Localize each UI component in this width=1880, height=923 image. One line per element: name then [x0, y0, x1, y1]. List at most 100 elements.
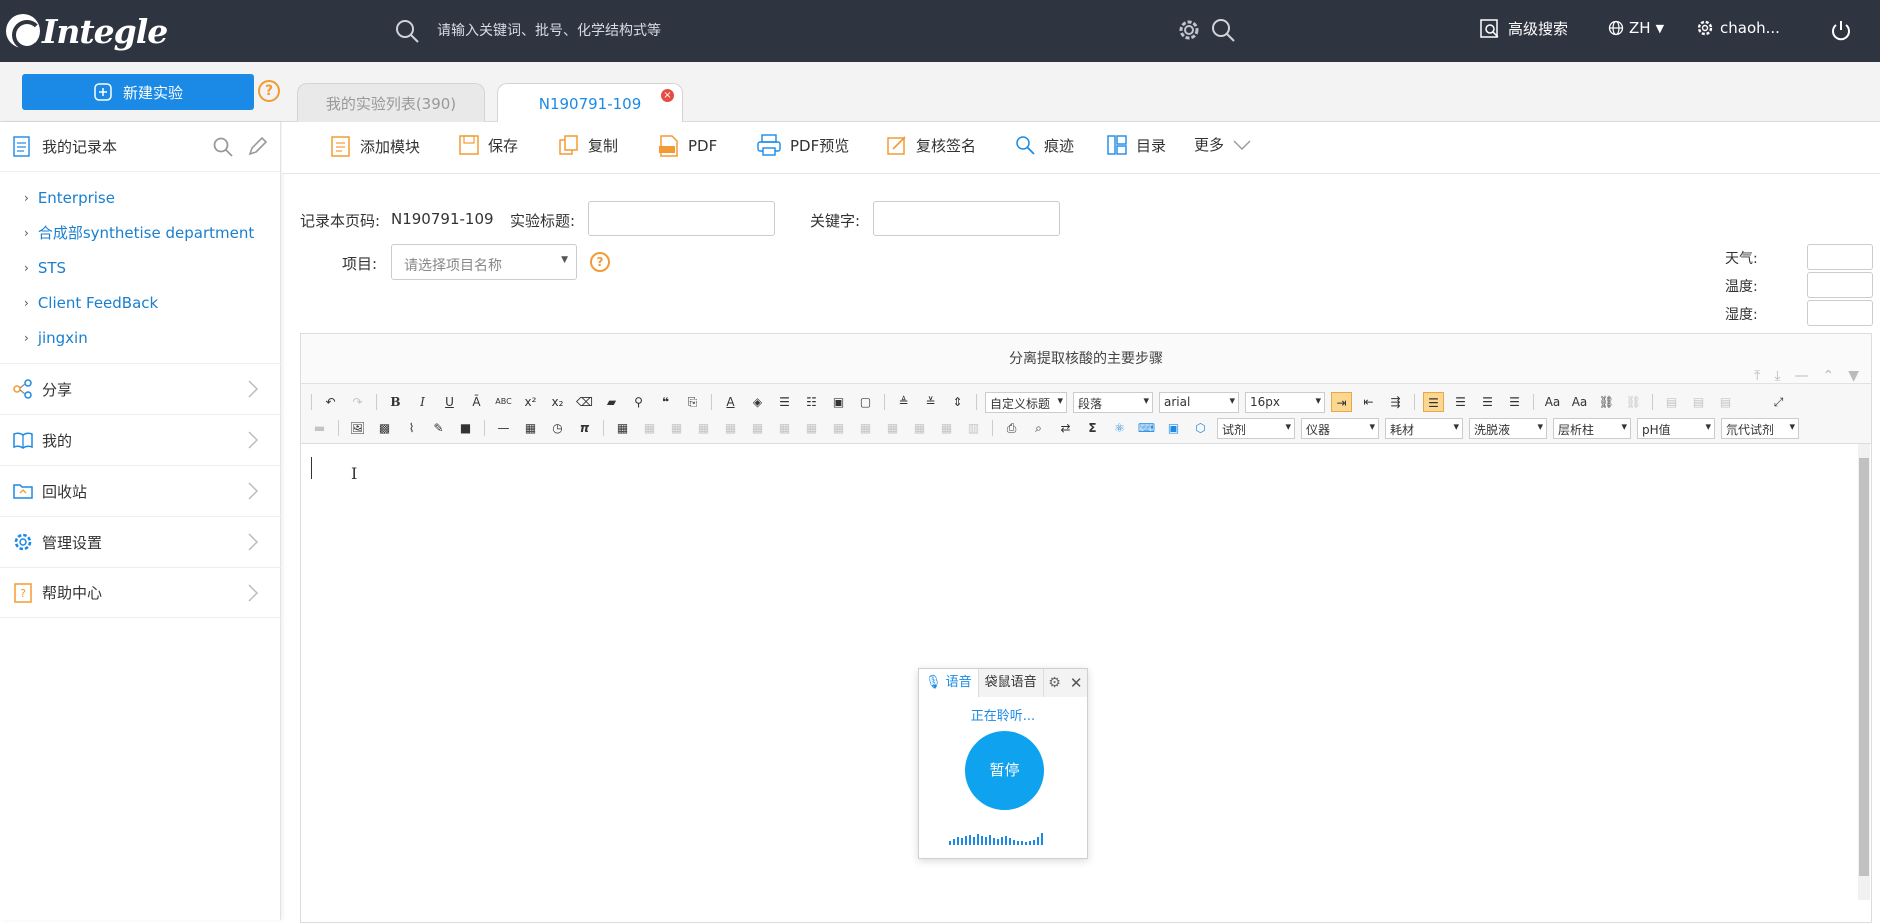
editor-scrollbar[interactable] [1858, 444, 1870, 900]
image-right-icon[interactable]: ▤ [1715, 392, 1736, 412]
save-button[interactable]: 保存 [458, 134, 518, 156]
sidebar-item-recycle-bin[interactable]: 回收站 [0, 465, 281, 516]
horizontal-rule-icon[interactable]: — [493, 418, 514, 438]
superscript-icon[interactable]: x² [520, 392, 541, 412]
clear-doc-icon[interactable]: ▢ [855, 392, 876, 412]
chart-icon[interactable]: ▥ [963, 418, 984, 438]
search-icon[interactable] [212, 136, 234, 158]
tab-voice[interactable]: 🎙 语音 [919, 668, 979, 697]
structure-search-icon[interactable] [1210, 17, 1236, 43]
unlink-icon[interactable]: ⛓ [1623, 392, 1644, 412]
split-cols-icon[interactable]: ▦ [936, 418, 957, 438]
ltr-direction-icon[interactable]: ⇥ [1331, 392, 1352, 412]
user-menu[interactable]: chaoh... [1696, 19, 1780, 37]
insert-block-icon[interactable]: ■ [455, 418, 476, 438]
instrument-select[interactable]: 仪器 [1301, 417, 1379, 439]
tab-my-experiments[interactable]: 我的实验列表(390) [297, 83, 485, 123]
search-icon[interactable] [394, 18, 420, 44]
image-center-icon[interactable]: ▤ [1688, 392, 1709, 412]
power-icon[interactable] [1828, 18, 1854, 44]
strikethrough-icon[interactable]: ABC [493, 392, 514, 412]
template-save-icon[interactable]: ▣ [1163, 418, 1184, 438]
insert-row-icon[interactable]: ▦ [693, 418, 714, 438]
catalog-button[interactable]: 目录 [1106, 134, 1166, 156]
link-icon[interactable]: ⛓ [1596, 392, 1617, 412]
new-experiment-button[interactable]: 新建实验 [22, 74, 254, 110]
experiment-title-input[interactable] [588, 201, 775, 236]
notebook-item[interactable]: › 合成部synthetise department [0, 215, 280, 250]
tab-kangaroo-voice[interactable]: 袋鼠语音 [978, 668, 1044, 697]
delete-row-icon[interactable]: ▦ [720, 418, 741, 438]
ph-select[interactable]: pH值 [1637, 417, 1715, 439]
underline-icon[interactable]: U [439, 392, 460, 412]
magic-wand-icon[interactable]: ⚲ [628, 392, 649, 412]
eraser-icon[interactable]: ⌫ [574, 392, 595, 412]
insert-time-icon[interactable]: ◷ [547, 418, 568, 438]
edit-pencil-icon[interactable] [246, 136, 268, 158]
sidebar-item-share[interactable]: 分享 [0, 363, 281, 414]
indent-icon[interactable]: ⇶ [1385, 392, 1406, 412]
review-sign-button[interactable]: 复核签名 [886, 134, 976, 156]
deuterated-reagent-select[interactable]: 氘代试剂 [1721, 417, 1799, 439]
gear-icon[interactable]: ⚙ [1048, 675, 1061, 691]
scrollbar-thumb[interactable] [1859, 458, 1869, 876]
keyword-input[interactable] [873, 201, 1060, 236]
help-icon[interactable]: ? [258, 80, 280, 102]
close-icon[interactable]: ✕ [1070, 674, 1083, 692]
pdf-button[interactable]: PDF [658, 134, 717, 158]
insert-table-icon[interactable]: ▦ [612, 418, 633, 438]
column-select[interactable]: 层析柱 [1553, 417, 1631, 439]
table-props-icon[interactable]: ▦ [639, 418, 660, 438]
paragraph-select[interactable]: 段落 [1073, 391, 1153, 413]
formula-pi-icon[interactable]: π [574, 418, 595, 438]
bold-icon[interactable]: B [385, 392, 406, 412]
pause-button[interactable]: 暂停 [965, 731, 1044, 810]
lowercase-icon[interactable]: Aa [1569, 392, 1590, 412]
scrawl-icon[interactable]: ✎ [428, 418, 449, 438]
project-select[interactable]: 请选择项目名称 [391, 244, 577, 280]
fullscreen-icon[interactable]: ⤢ [1768, 392, 1789, 412]
sidebar-item-help-center[interactable]: ? 帮助中心 [0, 567, 281, 618]
tab-experiment-active[interactable]: N190791-109 × [497, 83, 683, 124]
font-border-icon[interactable]: Ā [466, 392, 487, 412]
notebook-item[interactable]: › Client FeedBack [0, 285, 280, 320]
split-rows-icon[interactable]: ▦ [909, 418, 930, 438]
pdf-preview-button[interactable]: PDF预览 [756, 134, 849, 156]
insert-col-icon[interactable]: ▦ [747, 418, 768, 438]
align-right-icon[interactable]: ☰ [1477, 392, 1498, 412]
italic-icon[interactable]: I [412, 392, 433, 412]
row-spacing-bottom-icon[interactable]: ≚ [920, 392, 941, 412]
split-cells-icon[interactable]: ▦ [882, 418, 903, 438]
delete-col-icon[interactable]: ▦ [774, 418, 795, 438]
trace-button[interactable]: 痕迹 [1014, 134, 1074, 156]
text-recognition-icon[interactable]: ⌨ [1136, 418, 1157, 438]
settings-hex-icon[interactable]: ⬡ [1190, 418, 1211, 438]
reagent-select[interactable]: 试剂 [1217, 417, 1295, 439]
rtl-direction-icon[interactable]: ⇤ [1358, 392, 1379, 412]
notebook-item[interactable]: › Enterprise [0, 180, 280, 215]
align-center-icon[interactable]: ☰ [1450, 392, 1471, 412]
image-none-icon[interactable]: ▬ [309, 418, 330, 438]
global-search-input[interactable]: 请输入关键词、批号、化学结构式等 [437, 20, 661, 40]
structure-search[interactable] [1176, 17, 1236, 43]
background-color-icon[interactable]: ◈ [747, 392, 768, 412]
attachment-icon[interactable]: ⌇ [401, 418, 422, 438]
notebook-item[interactable]: › STS [0, 250, 280, 285]
insert-image-icon[interactable]: 🖼 [347, 418, 368, 438]
custom-heading-select[interactable]: 自定义标题 [985, 391, 1067, 413]
print-icon[interactable]: ⎙ [1001, 418, 1022, 438]
table-title-icon[interactable]: ▦ [666, 418, 687, 438]
sidebar-item-mine[interactable]: 我的 [0, 414, 281, 465]
uppercase-icon[interactable]: Aa [1542, 392, 1563, 412]
notebook-item[interactable]: › jingxin [0, 320, 280, 355]
temperature-input[interactable] [1807, 272, 1873, 298]
sum-icon[interactable]: Σ [1082, 418, 1103, 438]
sidebar-item-admin-settings[interactable]: 管理设置 [0, 516, 281, 567]
merge-right-icon[interactable]: ▦ [828, 418, 849, 438]
replace-icon[interactable]: ⇄ [1055, 418, 1076, 438]
language-selector[interactable]: ZH ▼ [1608, 19, 1664, 37]
add-module-button[interactable]: 添加模块 [330, 134, 420, 158]
paste-text-icon[interactable]: ⎘ [682, 392, 703, 412]
select-all-icon[interactable]: ▣ [828, 392, 849, 412]
font-family-select[interactable]: arial [1159, 391, 1239, 413]
